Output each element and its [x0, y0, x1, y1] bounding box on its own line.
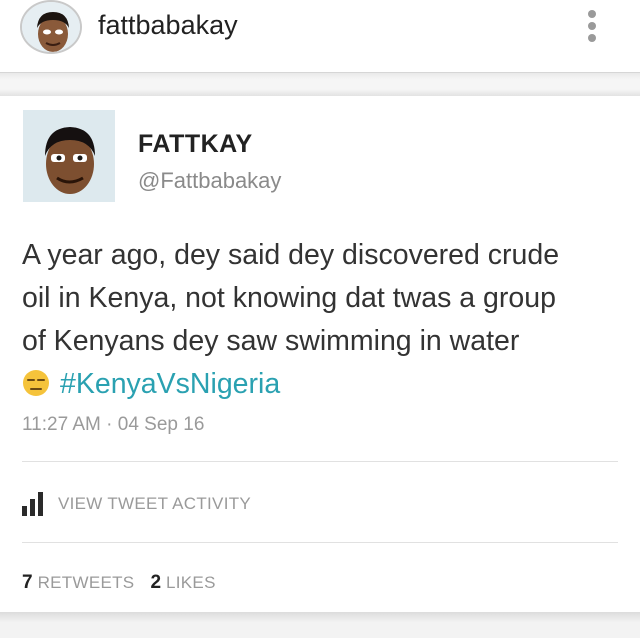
unamused-face-emoji-icon [23, 370, 49, 396]
likes-label[interactable]: LIKES [166, 573, 216, 592]
tweet-text-line: of Kenyans dey saw swimming in water [22, 325, 520, 357]
bottom-divider [0, 612, 640, 638]
hashtag-link[interactable]: #KenyaVsNigeria [60, 368, 280, 400]
retweets-count[interactable]: 7 [22, 572, 33, 593]
divider [22, 542, 618, 543]
user-avatar[interactable] [20, 0, 82, 54]
instagram-post-header: fattbabakay [0, 0, 640, 72]
retweets-label[interactable]: RETWEETS [38, 573, 135, 592]
tweet-text-line: A year ago, dey said dey discovered crud… [22, 239, 560, 271]
likes-count[interactable]: 2 [150, 572, 161, 593]
tweet-text-line: #KenyaVsNigeria [22, 363, 622, 406]
tweet-stats: 7 RETWEETS 2 LIKES [22, 572, 232, 594]
tweet-handle[interactable]: @Fattbabakay [138, 168, 281, 194]
header-divider [0, 72, 640, 96]
cartoon-face-icon [22, 2, 80, 52]
tweet-display-name[interactable]: FATTKAY [138, 130, 253, 159]
vertical-ellipsis-icon[interactable] [580, 6, 604, 46]
tweet-text: A year ago, dey said dey discovered crud… [22, 234, 622, 406]
divider [22, 461, 618, 462]
bar-chart-icon [22, 492, 46, 516]
tweet-card: FATTKAY @Fattbabakay A year ago, dey sai… [0, 96, 640, 616]
tweet-text-line: oil in Kenya, not knowing dat twas a gro… [22, 282, 556, 314]
tweet-timestamp[interactable]: 11:27 AM · 04 Sep 16 [22, 414, 204, 436]
activity-label: VIEW TWEET ACTIVITY [58, 494, 252, 513]
cartoon-face-icon [23, 110, 115, 202]
tweet-avatar[interactable] [23, 110, 115, 202]
post-username[interactable]: fattbabakay [98, 10, 238, 41]
